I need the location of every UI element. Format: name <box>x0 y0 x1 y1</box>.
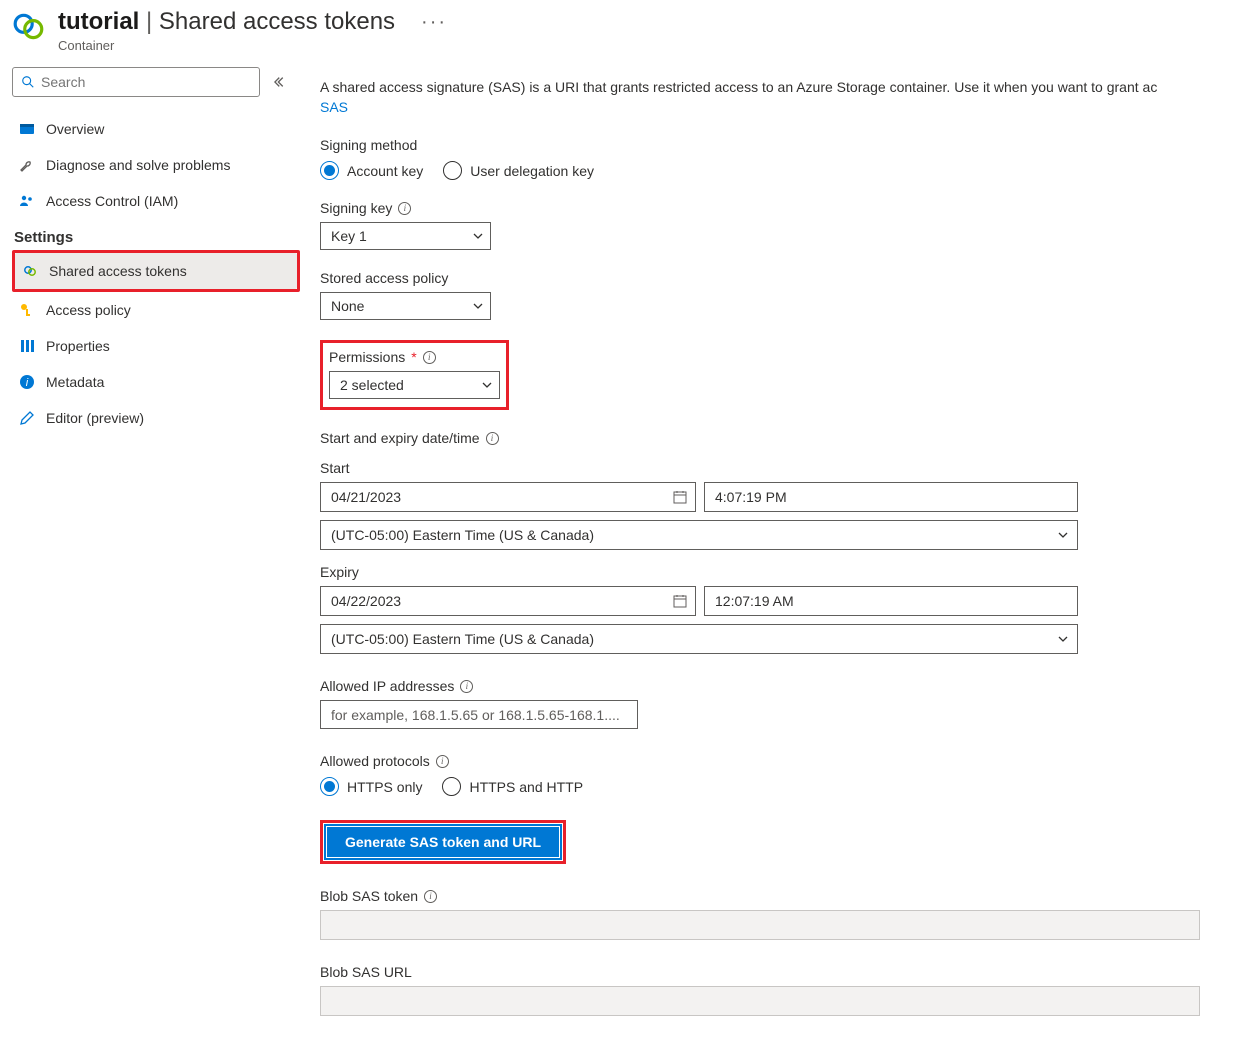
stored-policy-label: Stored access policy <box>320 270 1243 286</box>
link-icon <box>21 262 39 280</box>
stored-policy-dropdown[interactable]: None <box>320 292 491 320</box>
collapse-sidebar-icon[interactable] <box>274 75 288 89</box>
wrench-icon <box>18 156 36 174</box>
sidebar-item-label: Overview <box>46 121 104 137</box>
sidebar-item-access-policy[interactable]: Access policy <box>12 292 300 328</box>
info-icon[interactable]: i <box>424 890 437 903</box>
container-icon <box>12 10 46 44</box>
expiry-date-input[interactable]: 04/22/2023 <box>320 586 696 616</box>
calendar-icon <box>673 490 687 504</box>
chevron-down-icon <box>1057 633 1069 645</box>
signing-method-account-key[interactable]: Account key <box>320 161 423 180</box>
key-icon <box>18 301 36 319</box>
sidebar-item-shared-access-tokens[interactable]: Shared access tokens <box>15 253 297 289</box>
resource-type-label: Container <box>58 38 447 53</box>
datetime-heading: Start and expiry date/time i <box>320 430 1243 446</box>
sidebar-item-label: Shared access tokens <box>49 263 187 279</box>
title-separator: | <box>146 8 152 35</box>
info-icon[interactable]: i <box>486 432 499 445</box>
sidebar-item-label: Properties <box>46 338 110 354</box>
header: tutorial | Shared access tokens ··· Cont… <box>0 0 1243 59</box>
blob-sas-url-label: Blob SAS URL <box>320 964 1243 980</box>
allowed-ip-label: Allowed IP addresses i <box>320 678 1243 694</box>
info-icon[interactable]: i <box>436 755 449 768</box>
search-icon <box>21 75 35 89</box>
blob-sas-url-output[interactable] <box>320 986 1200 1016</box>
radio-icon <box>320 777 339 796</box>
chevron-down-icon <box>481 379 493 391</box>
sidebar-item-access-control[interactable]: Access Control (IAM) <box>12 183 300 219</box>
sidebar-item-label: Access policy <box>46 302 131 318</box>
protocol-https-only[interactable]: HTTPS only <box>320 777 422 796</box>
info-icon: i <box>18 373 36 391</box>
signing-key-dropdown[interactable]: Key 1 <box>320 222 491 250</box>
page-name: Shared access tokens <box>159 8 395 35</box>
properties-icon <box>18 337 36 355</box>
sidebar-item-metadata[interactable]: i Metadata <box>12 364 300 400</box>
sidebar-item-label: Editor (preview) <box>46 410 144 426</box>
start-time-input[interactable]: 4:07:19 PM <box>704 482 1078 512</box>
more-actions-icon[interactable]: ··· <box>421 12 447 32</box>
sidebar-item-properties[interactable]: Properties <box>12 328 300 364</box>
info-icon[interactable]: i <box>460 680 473 693</box>
info-icon[interactable]: i <box>423 351 436 364</box>
sidebar-item-label: Diagnose and solve problems <box>46 157 230 173</box>
sidebar-item-overview[interactable]: Overview <box>12 111 300 147</box>
start-label: Start <box>320 460 1243 476</box>
radio-icon <box>320 161 339 180</box>
allowed-protocols-label: Allowed protocols i <box>320 753 1243 769</box>
generate-sas-button[interactable]: Generate SAS token and URL <box>326 826 560 858</box>
expiry-time-input[interactable]: 12:07:19 AM <box>704 586 1078 616</box>
sidebar: Overview Diagnose and solve problems Acc… <box>0 59 300 1046</box>
sas-link[interactable]: SAS <box>320 99 348 115</box>
pencil-icon <box>18 409 36 427</box>
signing-method-user-delegation[interactable]: User delegation key <box>443 161 594 180</box>
blob-sas-token-output[interactable] <box>320 910 1200 940</box>
signing-method-label: Signing method <box>320 137 1243 153</box>
start-date-input[interactable]: 04/21/2023 <box>320 482 696 512</box>
page-title: tutorial | Shared access tokens ··· <box>58 8 447 36</box>
start-tz-dropdown[interactable]: (UTC-05:00) Eastern Time (US & Canada) <box>320 520 1078 550</box>
search-input[interactable] <box>41 74 251 90</box>
chevron-down-icon <box>1057 529 1069 541</box>
sidebar-item-editor[interactable]: Editor (preview) <box>12 400 300 436</box>
expiry-tz-dropdown[interactable]: (UTC-05:00) Eastern Time (US & Canada) <box>320 624 1078 654</box>
info-icon[interactable]: i <box>398 202 411 215</box>
permissions-dropdown[interactable]: 2 selected <box>329 371 500 399</box>
sidebar-item-label: Metadata <box>46 374 104 390</box>
expiry-label: Expiry <box>320 564 1243 580</box>
main-content: A shared access signature (SAS) is a URI… <box>300 59 1243 1046</box>
radio-icon <box>443 161 462 180</box>
chevron-down-icon <box>472 230 484 242</box>
protocol-https-http[interactable]: HTTPS and HTTP <box>442 777 583 796</box>
search-input-wrapper[interactable] <box>12 67 260 97</box>
intro-text: A shared access signature (SAS) is a URI… <box>320 77 1243 117</box>
allowed-ip-input[interactable] <box>320 700 638 729</box>
sidebar-item-diagnose[interactable]: Diagnose and solve problems <box>12 147 300 183</box>
signing-key-label: Signing key i <box>320 200 1243 216</box>
settings-heading: Settings <box>12 219 300 250</box>
people-icon <box>18 192 36 210</box>
resource-name: tutorial <box>58 8 139 35</box>
blob-sas-token-label: Blob SAS token i <box>320 888 1243 904</box>
calendar-icon <box>673 594 687 608</box>
radio-icon <box>442 777 461 796</box>
sidebar-item-label: Access Control (IAM) <box>46 193 178 209</box>
overview-icon <box>18 120 36 138</box>
permissions-label: Permissions * i <box>329 349 500 365</box>
chevron-down-icon <box>472 300 484 312</box>
